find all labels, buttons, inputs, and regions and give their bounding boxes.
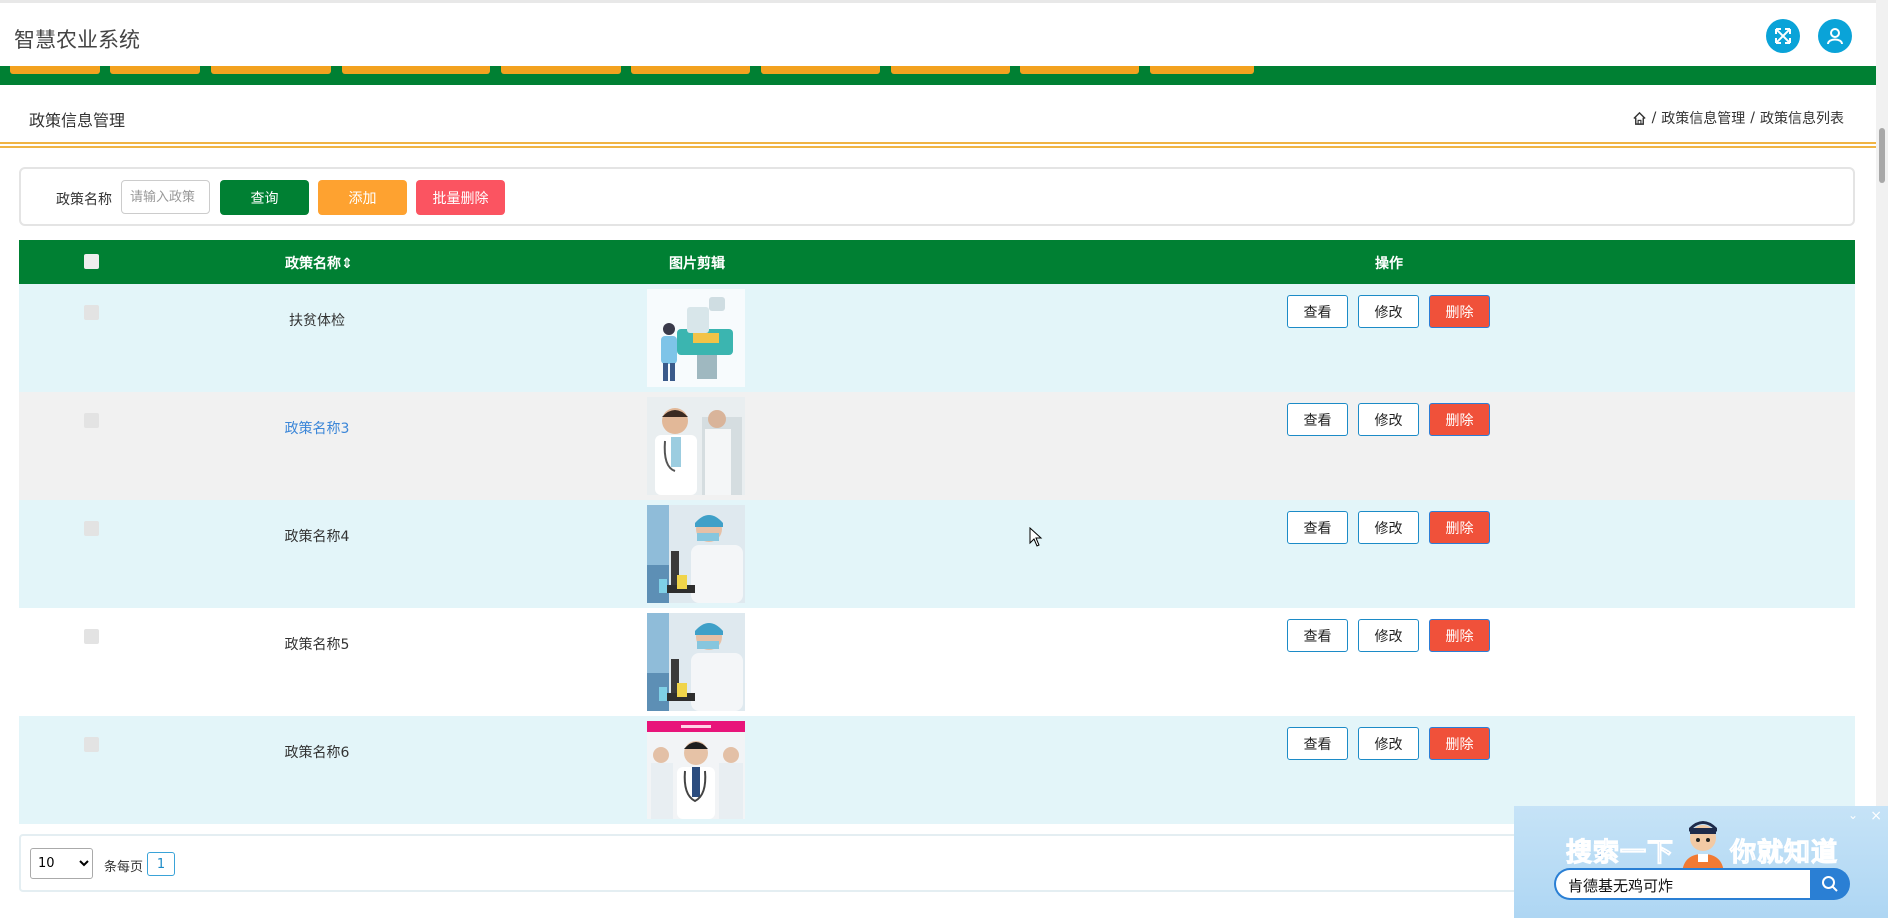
- breadcrumb-separator: /: [1651, 110, 1657, 126]
- policy-image[interactable]: [647, 397, 745, 495]
- table-row: 政策名称5 查看 修改 删除: [19, 608, 1855, 716]
- home-icon[interactable]: [1632, 111, 1647, 126]
- breadcrumb-bar: 政策信息管理 / 政策信息管理 / 政策信息列表: [0, 85, 1876, 143]
- user-icon: [1827, 28, 1843, 45]
- scrollbar-thumb[interactable]: [1879, 128, 1885, 183]
- page-number-button[interactable]: 1: [147, 852, 175, 876]
- expand-icon: [1775, 28, 1791, 44]
- per-page-label: 条每页: [104, 860, 144, 875]
- view-button[interactable]: 查看: [1287, 727, 1348, 760]
- policy-name-cell: 政策名称4: [284, 529, 350, 545]
- delete-button[interactable]: 删除: [1429, 403, 1490, 436]
- policy-image-illustration: [647, 289, 745, 387]
- column-header-policy-name[interactable]: 政策名称⇕: [285, 253, 353, 273]
- row-checkbox[interactable]: [84, 305, 99, 320]
- ad-slogan-right: 你就知道: [1729, 838, 1839, 869]
- user-button[interactable]: [1818, 19, 1852, 53]
- view-button[interactable]: 查看: [1287, 619, 1348, 652]
- nav-tab-2[interactable]: [110, 66, 200, 74]
- page-title: 政策信息管理: [29, 111, 126, 130]
- edit-button[interactable]: 修改: [1358, 727, 1419, 760]
- divider: [0, 142, 1876, 144]
- vertical-scrollbar[interactable]: [1876, 0, 1888, 918]
- policy-image-photo: [647, 505, 745, 603]
- policy-name-cell: 政策名称5: [284, 637, 350, 653]
- query-button[interactable]: 查询: [220, 180, 309, 215]
- policy-image-photo: [647, 397, 745, 495]
- nav-tab-3[interactable]: [211, 66, 331, 74]
- policy-name-cell: 政策名称3: [284, 421, 350, 437]
- ad-collapse-icon[interactable]: ⌄: [1848, 808, 1858, 822]
- nav-tab-10[interactable]: [1150, 66, 1254, 74]
- policy-table: 政策名称⇕ 图片剪辑 操作 扶贫体检 查看 修改 删除 政策名称3 查看 修改 …: [19, 240, 1855, 824]
- column-header-image: 图片剪辑: [669, 256, 725, 272]
- table-row: 扶贫体检 查看 修改 删除: [19, 284, 1855, 392]
- policy-name-label: 政策名称: [56, 192, 112, 208]
- divider: [0, 146, 1876, 148]
- add-button[interactable]: 添加: [318, 180, 407, 215]
- edit-button[interactable]: 修改: [1358, 403, 1419, 436]
- nav-tab-9[interactable]: [1020, 66, 1139, 74]
- row-checkbox[interactable]: [84, 521, 99, 536]
- policy-image[interactable]: [647, 613, 745, 711]
- row-checkbox[interactable]: [84, 629, 99, 644]
- delete-button[interactable]: 删除: [1429, 511, 1490, 544]
- column-header-actions: 操作: [1375, 256, 1403, 272]
- edit-button[interactable]: 修改: [1358, 619, 1419, 652]
- search-ad-widget: ⌄ × 搜索一下 你就知道 肯德基无鸡可炸: [1514, 806, 1888, 918]
- ad-slogan-left: 搜索一下: [1565, 838, 1675, 869]
- row-checkbox[interactable]: [84, 737, 99, 752]
- ad-close-icon[interactable]: ×: [1870, 808, 1882, 824]
- search-panel: 政策名称 查询 添加 批量删除: [19, 167, 1855, 226]
- policy-image-photo: [647, 721, 745, 819]
- nav-tab-4[interactable]: [342, 66, 490, 74]
- batch-delete-button[interactable]: 批量删除: [416, 180, 505, 215]
- select-all-checkbox[interactable]: [84, 254, 99, 269]
- mouse-cursor-icon: [1029, 527, 1043, 547]
- table-header: 政策名称⇕ 图片剪辑 操作: [19, 240, 1855, 284]
- edit-button[interactable]: 修改: [1358, 511, 1419, 544]
- page-size-select[interactable]: 10: [30, 848, 93, 879]
- breadcrumb-item-policy-management[interactable]: 政策信息管理: [1661, 108, 1745, 128]
- breadcrumb-separator: /: [1750, 110, 1755, 126]
- sort-icon[interactable]: ⇕: [341, 256, 353, 272]
- view-button[interactable]: 查看: [1287, 403, 1348, 436]
- nav-tab-8[interactable]: [891, 66, 1010, 74]
- ad-search-input[interactable]: 肯德基无鸡可炸: [1554, 868, 1810, 900]
- main-nav: [0, 66, 1876, 85]
- breadcrumb: / 政策信息管理 / 政策信息列表: [1632, 108, 1844, 128]
- nav-tab-7[interactable]: [761, 66, 880, 74]
- view-button[interactable]: 查看: [1287, 295, 1348, 328]
- breadcrumb-item-policy-list: 政策信息列表: [1760, 111, 1844, 127]
- table-row: 政策名称4 查看 修改 删除: [19, 500, 1855, 608]
- edit-button[interactable]: 修改: [1358, 295, 1419, 328]
- policy-name-cell: 政策名称6: [284, 745, 350, 761]
- delete-button[interactable]: 删除: [1429, 295, 1490, 328]
- table-row: 政策名称3 查看 修改 删除: [19, 392, 1855, 500]
- policy-image[interactable]: [647, 505, 745, 603]
- policy-image-photo: [647, 613, 745, 711]
- nav-tab-5[interactable]: [501, 66, 621, 74]
- policy-name-cell: 扶贫体检: [289, 313, 345, 329]
- ad-search-button[interactable]: [1810, 868, 1850, 900]
- policy-name-input[interactable]: [121, 180, 210, 214]
- nav-tab-6[interactable]: [631, 66, 750, 74]
- top-header: 智慧农业系统: [0, 0, 1876, 66]
- view-button[interactable]: 查看: [1287, 511, 1348, 544]
- delete-button[interactable]: 删除: [1429, 619, 1490, 652]
- nav-tab-1[interactable]: [10, 66, 100, 74]
- fullscreen-button[interactable]: [1766, 19, 1800, 53]
- delete-button[interactable]: 删除: [1429, 727, 1490, 760]
- search-icon: [1822, 876, 1838, 892]
- policy-image[interactable]: [647, 289, 745, 387]
- row-checkbox[interactable]: [84, 413, 99, 428]
- policy-image[interactable]: [647, 721, 745, 819]
- app-title: 智慧农业系统: [14, 28, 140, 52]
